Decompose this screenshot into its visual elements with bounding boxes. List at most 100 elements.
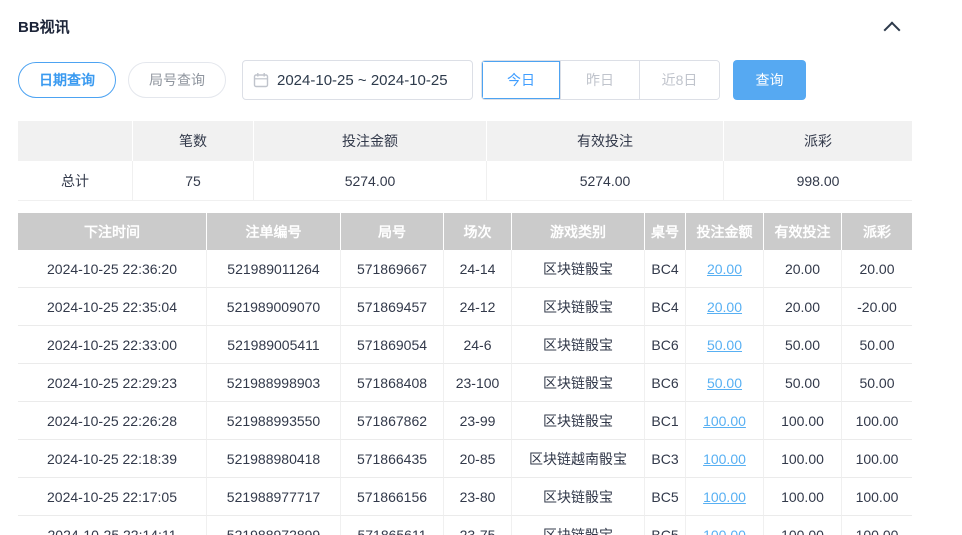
cell-bet-amount: 100.00 xyxy=(686,440,764,478)
col-header-table-no: 桌号 xyxy=(645,213,686,250)
cell-ticket-no: 521988977717 xyxy=(207,478,341,516)
cell-ticket-no: 521988998903 xyxy=(207,364,341,402)
cell-game-type: 区块链骰宝 xyxy=(512,288,645,326)
cell-table-no: BC4 xyxy=(645,288,686,326)
cell-session: 20-85 xyxy=(444,440,512,478)
cell-valid-bet: 20.00 xyxy=(764,288,842,326)
tab-date-query[interactable]: 日期查询 xyxy=(18,62,116,98)
cell-ticket-no: 521988980418 xyxy=(207,440,341,478)
cell-ticket-no: 521988972899 xyxy=(207,516,341,535)
col-header-game-type: 游戏类别 xyxy=(512,213,645,250)
quick-range-today[interactable]: 今日 xyxy=(482,61,561,99)
cell-bet-amount: 20.00 xyxy=(686,288,764,326)
cell-payout: 20.00 xyxy=(842,250,912,288)
tab-round-query-label: 局号查询 xyxy=(149,70,205,90)
cell-game-type: 区块链骰宝 xyxy=(512,250,645,288)
bet-amount-link[interactable]: 100.00 xyxy=(703,489,746,505)
cell-game-type: 区块链骰宝 xyxy=(512,402,645,440)
summary-total-label: 总计 xyxy=(18,161,133,201)
table-row: 2024-10-25 22:33:00521989005411571869054… xyxy=(18,326,912,364)
cell-bet-time: 2024-10-25 22:18:39 xyxy=(18,440,207,478)
table-row: 2024-10-25 22:29:23521988998903571868408… xyxy=(18,364,912,402)
cell-round-no: 571866156 xyxy=(341,478,444,516)
cell-table-no: BC6 xyxy=(645,364,686,402)
cell-valid-bet: 50.00 xyxy=(764,326,842,364)
summary-header-count: 笔数 xyxy=(133,121,254,161)
cell-valid-bet: 100.00 xyxy=(764,402,842,440)
bet-amount-link[interactable]: 100.00 xyxy=(703,451,746,467)
summary-total-valid-bet: 5274.00 xyxy=(487,161,724,201)
cell-round-no: 571869457 xyxy=(341,288,444,326)
cell-table-no: BC5 xyxy=(645,516,686,535)
bet-amount-link[interactable]: 50.00 xyxy=(707,337,742,353)
cell-table-no: BC6 xyxy=(645,326,686,364)
cell-session: 24-6 xyxy=(444,326,512,364)
cell-bet-amount: 50.00 xyxy=(686,364,764,402)
tab-round-query[interactable]: 局号查询 xyxy=(128,62,226,98)
cell-payout: 50.00 xyxy=(842,364,912,402)
table-row: 2024-10-25 22:17:05521988977717571866156… xyxy=(18,478,912,516)
cell-table-no: BC5 xyxy=(645,478,686,516)
summary-header-blank xyxy=(18,121,133,161)
cell-valid-bet: 100.00 xyxy=(764,440,842,478)
summary-header-bet-amount: 投注金额 xyxy=(254,121,487,161)
quick-range-8days-label: 近8日 xyxy=(662,70,698,90)
bet-records-table: 下注时间 注单编号 局号 场次 游戏类别 桌号 投注金额 有效投注 派彩 202… xyxy=(18,213,912,535)
table-row: 2024-10-25 22:18:39521988980418571866435… xyxy=(18,440,912,478)
chevron-up-icon[interactable] xyxy=(884,21,901,38)
col-header-session: 场次 xyxy=(444,213,512,250)
cell-bet-time: 2024-10-25 22:29:23 xyxy=(18,364,207,402)
quick-range-group: 今日 昨日 近8日 xyxy=(481,60,720,100)
search-button[interactable]: 查询 xyxy=(733,60,806,100)
summary-table: 笔数 投注金额 有效投注 派彩 总计 75 5274.00 5274.00 99… xyxy=(18,121,912,201)
date-range-input[interactable]: 2024-10-25 ~ 2024-10-25 xyxy=(242,60,473,100)
cell-table-no: BC3 xyxy=(645,440,686,478)
cell-bet-amount: 100.00 xyxy=(686,402,764,440)
cell-ticket-no: 521988993550 xyxy=(207,402,341,440)
table-row: 2024-10-25 22:14:11521988972899571865611… xyxy=(18,516,912,535)
bb-video-panel: BB视讯 日期查询 局号查询 2024-10-25 ~ 2024-10-25 今… xyxy=(0,0,962,535)
cell-payout: 100.00 xyxy=(842,402,912,440)
bet-table-body: 2024-10-25 22:36:20521989011264571869667… xyxy=(18,250,912,535)
summary-header-row: 笔数 投注金额 有效投注 派彩 xyxy=(18,121,912,161)
cell-payout: 100.00 xyxy=(842,478,912,516)
cell-bet-amount: 100.00 xyxy=(686,478,764,516)
bet-amount-link[interactable]: 20.00 xyxy=(707,299,742,315)
bet-amount-link[interactable]: 100.00 xyxy=(703,527,746,535)
cell-game-type: 区块链骰宝 xyxy=(512,478,645,516)
bet-amount-link[interactable]: 100.00 xyxy=(703,413,746,429)
bet-amount-link[interactable]: 20.00 xyxy=(707,261,742,277)
cell-valid-bet: 100.00 xyxy=(764,478,842,516)
cell-game-type: 区块链越南骰宝 xyxy=(512,440,645,478)
col-header-ticket-no: 注单编号 xyxy=(207,213,341,250)
cell-round-no: 571869054 xyxy=(341,326,444,364)
cell-session: 24-14 xyxy=(444,250,512,288)
date-range-value: 2024-10-25 ~ 2024-10-25 xyxy=(277,72,448,89)
quick-range-yesterday[interactable]: 昨日 xyxy=(561,61,640,99)
cell-round-no: 571867862 xyxy=(341,402,444,440)
cell-payout: 100.00 xyxy=(842,440,912,478)
cell-bet-time: 2024-10-25 22:26:28 xyxy=(18,402,207,440)
cell-bet-amount: 100.00 xyxy=(686,516,764,535)
cell-bet-time: 2024-10-25 22:17:05 xyxy=(18,478,207,516)
cell-round-no: 571868408 xyxy=(341,364,444,402)
cell-valid-bet: 20.00 xyxy=(764,250,842,288)
cell-ticket-no: 521989005411 xyxy=(207,326,341,364)
table-row: 2024-10-25 22:36:20521989011264571869667… xyxy=(18,250,912,288)
cell-round-no: 571869667 xyxy=(341,250,444,288)
col-header-bet-amount: 投注金额 xyxy=(686,213,764,250)
bet-amount-link[interactable]: 50.00 xyxy=(707,375,742,391)
table-row: 2024-10-25 22:26:28521988993550571867862… xyxy=(18,402,912,440)
summary-total-payout: 998.00 xyxy=(724,161,912,201)
cell-payout: 100.00 xyxy=(842,516,912,535)
cell-valid-bet: 50.00 xyxy=(764,364,842,402)
col-header-valid-bet: 有效投注 xyxy=(764,213,842,250)
cell-game-type: 区块链骰宝 xyxy=(512,326,645,364)
quick-range-8days[interactable]: 近8日 xyxy=(640,61,719,99)
col-header-bet-time: 下注时间 xyxy=(18,213,207,250)
cell-bet-amount: 50.00 xyxy=(686,326,764,364)
cell-bet-time: 2024-10-25 22:35:04 xyxy=(18,288,207,326)
calendar-icon xyxy=(253,72,269,88)
cell-valid-bet: 100.00 xyxy=(764,516,842,535)
cell-ticket-no: 521989011264 xyxy=(207,250,341,288)
